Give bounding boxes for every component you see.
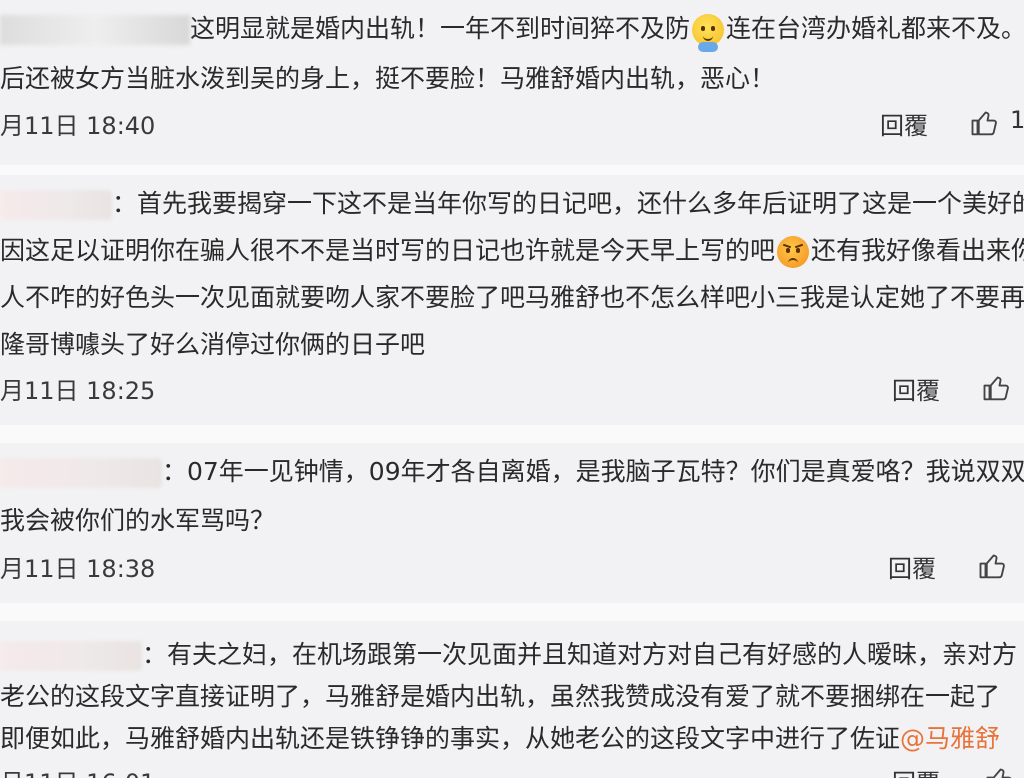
comment-list: 这明显就是婚内出轨！一年不到时间猝不及防 连在台湾办婚礼都来不及。辜 后还被女方当… — [0, 0, 1024, 778]
thumbs-up-icon[interactable] — [982, 373, 1012, 403]
comment-text-line: 因这足以证明你在骗人很不不是当时写的日记也许就是今天早上写的吧 还有我好像看出来你… — [0, 234, 1024, 268]
like-count: 1 — [1010, 106, 1024, 134]
blush-emoji-icon — [692, 14, 725, 52]
thumbs-up-icon[interactable] — [985, 765, 1015, 778]
comment-text-line: 即便如此，马雅舒婚内出轨还是铁铮铮的事实，从她老公的这段文字中进行了佐证@马雅舒 — [0, 724, 1001, 753]
divider — [0, 425, 1024, 443]
divider — [0, 165, 1024, 175]
comment-text-line: 这明显就是婚内出轨！一年不到时间猝不及防 连在台湾办婚礼都来不及。辜 — [0, 12, 1024, 52]
comment-timestamp: 月11日 18:40 — [0, 112, 156, 140]
comment-text-line: 隆哥博噱头了好么消停过你俩的日子吧 — [0, 330, 426, 359]
thumbs-up-icon[interactable] — [978, 551, 1008, 581]
comment-timestamp: 月11日 16:01 — [0, 763, 155, 778]
username-blurred[interactable] — [0, 458, 162, 488]
comment-text-line: 后还被女方当脏水泼到吴的身上，挺不要脸！马雅舒婚内出轨，恶心！ — [0, 64, 776, 93]
comment-text-line: ：有夫之妇，在机场跟第一次见面并且知道对方对自己有好感的人暧昧，亲对方 — [0, 638, 1017, 672]
comment-item: ：07年一见钟情，09年才各自离婚，是我脑子瓦特？你们是真爱咯？我说双双出 我会… — [0, 443, 1024, 603]
username-blurred[interactable] — [0, 190, 112, 220]
comment-text-line: ：首先我要揭穿一下这不是当年你写的日记吧，还什么多年后证明了这是一个美好的原 — [0, 187, 1024, 221]
reply-button[interactable]: 回覆 — [880, 106, 928, 141]
comment-text-line: 老公的这段文字直接证明了，马雅舒是婚内出轨，虽然我赞成没有爱了就不要捆绑在一起了 — [0, 682, 1001, 711]
comment-text-line: 人不咋的好色头一次见面就要吻人家不要脸了吧马雅舒也不怎么样吧小三我是认定她了不要… — [0, 283, 1024, 312]
mention-link[interactable]: @马雅舒 — [900, 724, 1000, 753]
divider — [0, 603, 1024, 621]
comment-item: ：首先我要揭穿一下这不是当年你写的日记吧，还什么多年后证明了这是一个美好的原 因… — [0, 175, 1024, 425]
username-blurred[interactable] — [0, 15, 190, 45]
comment-text-line: 我会被你们的水军骂吗？ — [0, 506, 276, 535]
comment-item: 这明显就是婚内出轨！一年不到时间猝不及防 连在台湾办婚礼都来不及。辜 后还被女方当… — [0, 0, 1024, 165]
angry-emoji-icon — [777, 236, 810, 268]
comment-timestamp: 月11日 18:25 — [0, 377, 156, 405]
comment-item: ：有夫之妇，在机场跟第一次见面并且知道对方对自己有好感的人暧昧，亲对方 老公的这… — [0, 621, 1024, 778]
comment-text-line: ：07年一见钟情，09年才各自离婚，是我脑子瓦特？你们是真爱咯？我说双双出 — [0, 455, 1024, 489]
reply-button[interactable]: 回覆 — [892, 763, 940, 778]
reply-button[interactable]: 回覆 — [892, 371, 940, 406]
reply-button[interactable]: 回覆 — [888, 549, 936, 584]
thumbs-up-icon[interactable] — [970, 108, 1000, 138]
comment-timestamp: 月11日 18:38 — [0, 555, 156, 583]
username-blurred[interactable] — [0, 641, 142, 671]
